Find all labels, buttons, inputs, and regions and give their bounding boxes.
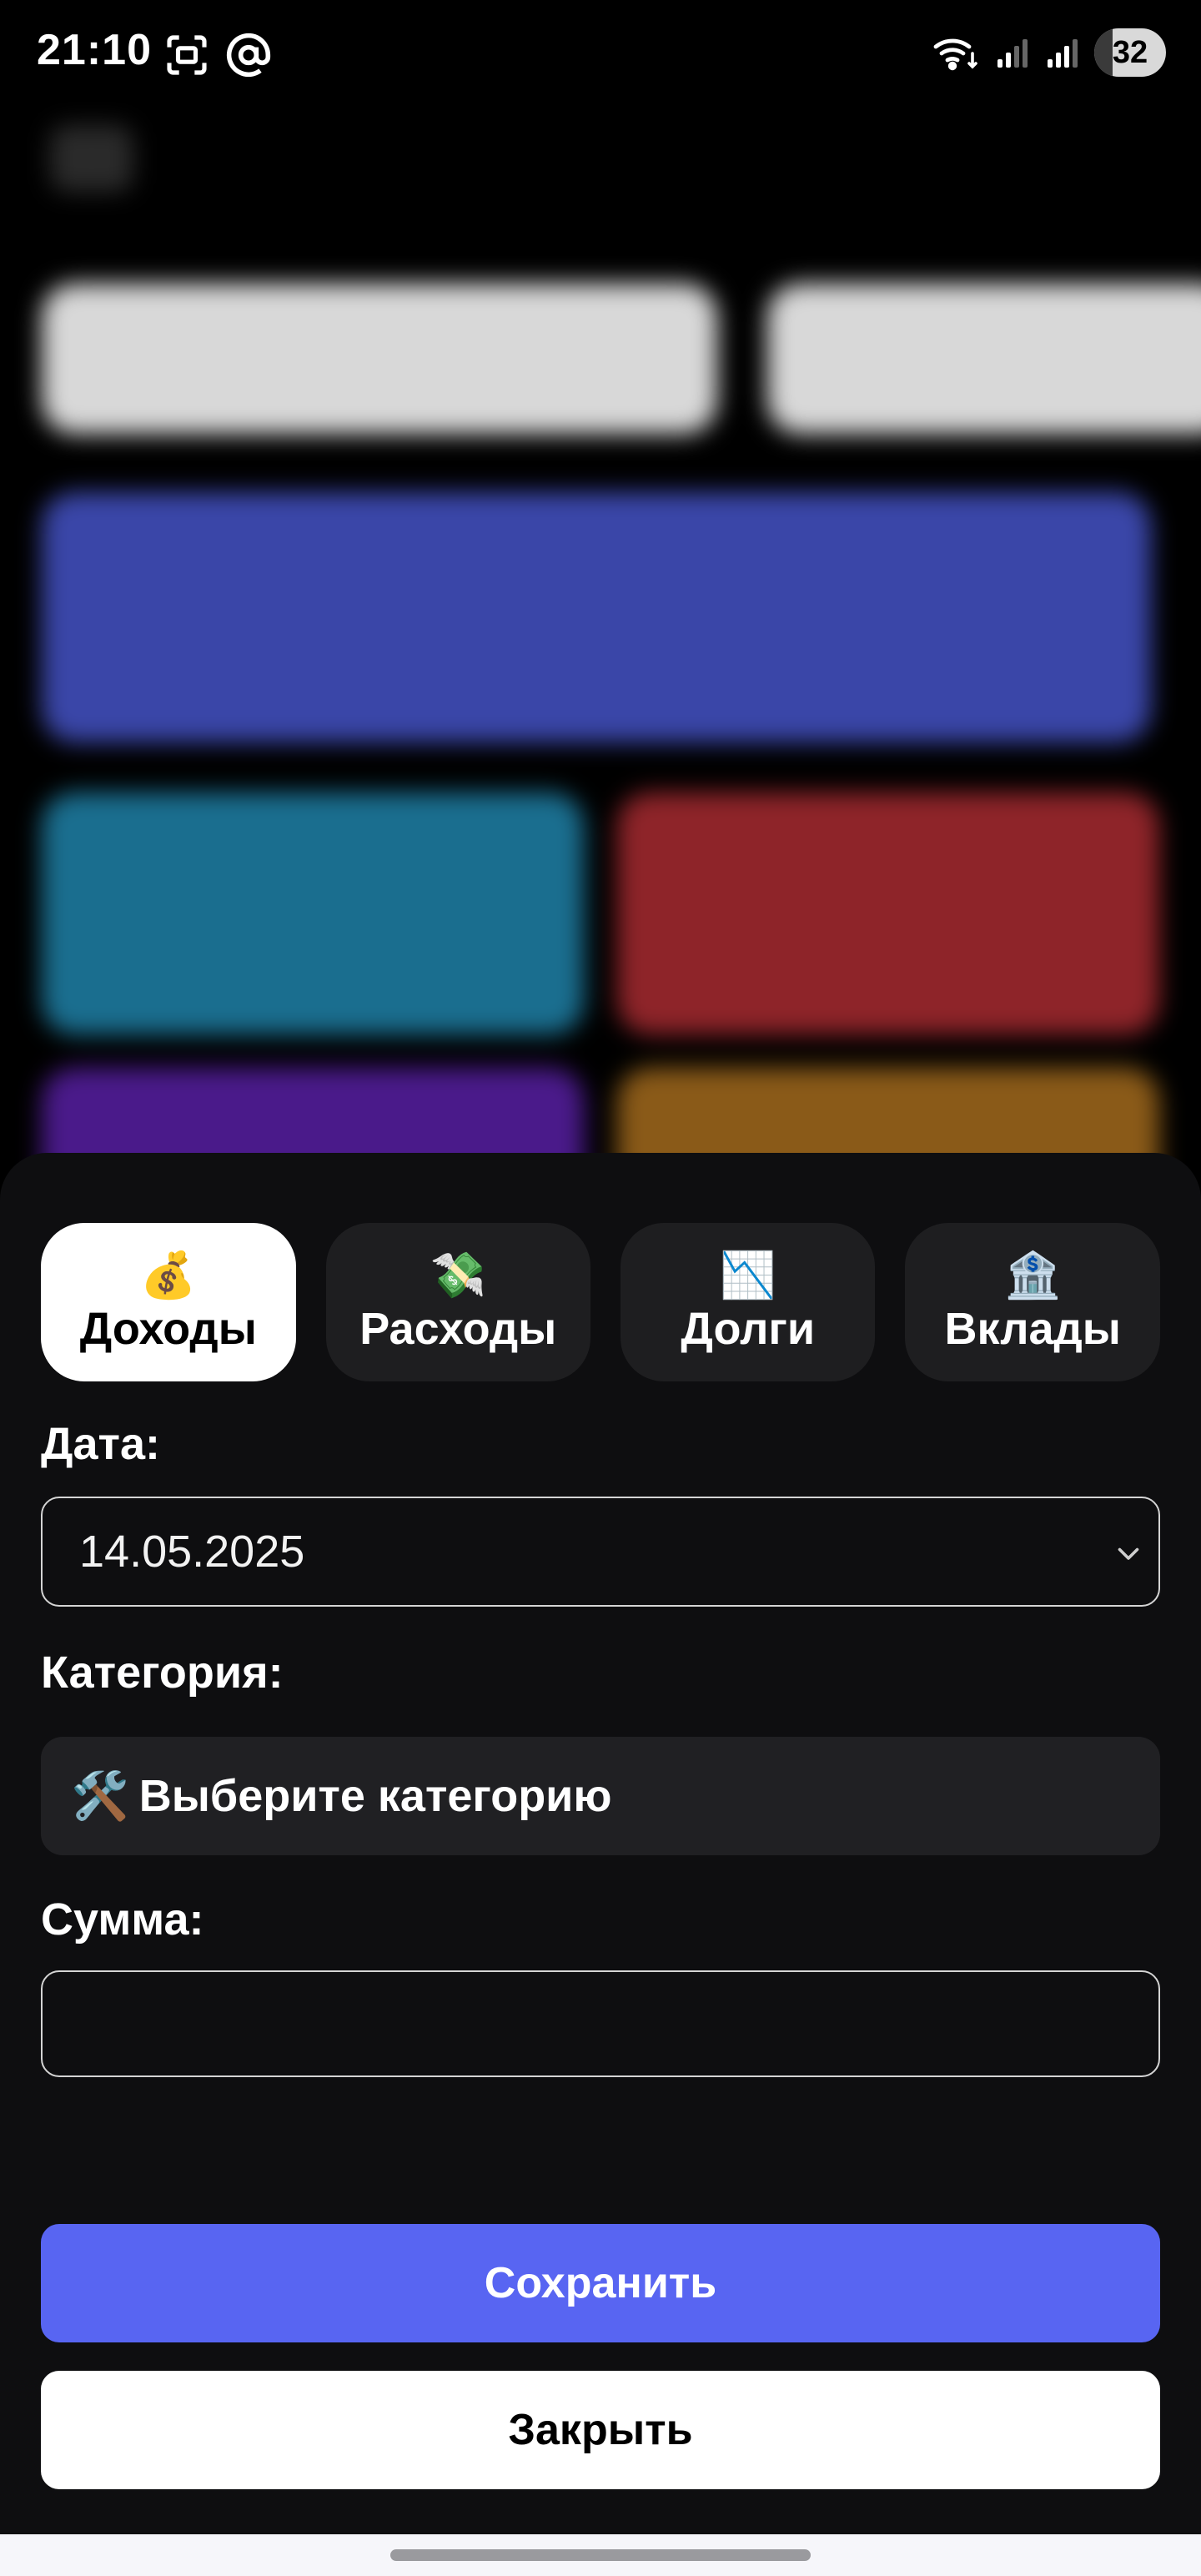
tab-income-label: Доходы <box>79 1304 257 1354</box>
blurred-background-app <box>0 0 1201 1251</box>
bg-card-gray-1 <box>42 284 717 434</box>
screenshot-icon <box>167 35 207 75</box>
tools-icon: 🛠️ <box>71 1769 129 1822</box>
amount-label: Сумма: <box>41 1894 204 1945</box>
navigation-bar <box>0 2534 1201 2576</box>
date-value: 14.05.2025 <box>79 1527 305 1577</box>
status-left-icons <box>163 32 272 78</box>
bg-card-red <box>617 792 1159 1034</box>
battery-icon: 32 <box>1094 28 1166 77</box>
status-right-icons: 32 <box>932 28 1166 77</box>
date-label: Дата: <box>41 1419 160 1469</box>
tab-expenses[interactable]: 💸 Расходы <box>325 1223 590 1381</box>
tab-deposits[interactable]: 🏦 Вклады <box>905 1223 1160 1381</box>
category-label: Категория: <box>41 1648 284 1698</box>
status-bar: 21:10 32 <box>0 0 1201 108</box>
wifi-icon <box>933 38 977 71</box>
tab-expenses-label: Расходы <box>359 1304 557 1354</box>
category-select-button[interactable]: 🛠️ Выберите категорию <box>41 1737 1160 1855</box>
at-sign-icon <box>226 33 271 78</box>
bg-card-gray-2 <box>767 284 1201 434</box>
category-placeholder: Выберите категорию <box>138 1771 612 1821</box>
signal-icon <box>1048 39 1078 68</box>
transaction-type-tabs: 💰 Доходы 💸 Расходы 📉 Долги 🏦 Вклады <box>41 1223 1160 1381</box>
chart-decreasing-icon: 📉 <box>720 1250 776 1301</box>
tab-income[interactable]: 💰 Доходы <box>41 1223 296 1381</box>
close-button[interactable]: Закрыть <box>41 2371 1160 2489</box>
status-time: 21:10 <box>37 26 152 74</box>
home-indicator[interactable] <box>390 2549 811 2561</box>
tab-debts[interactable]: 📉 Долги <box>620 1223 876 1381</box>
chevron-down-icon <box>1118 1547 1139 1560</box>
money-bag-icon: 💰 <box>140 1250 197 1301</box>
battery-level: 32 <box>1112 34 1148 70</box>
bg-card-cyan <box>42 792 584 1034</box>
save-button[interactable]: Сохранить <box>41 2224 1160 2342</box>
amount-input[interactable] <box>41 1970 1160 2077</box>
tab-deposits-label: Вклады <box>944 1304 1121 1354</box>
signal-icon <box>997 39 1028 68</box>
tab-debts-label: Долги <box>681 1304 816 1354</box>
add-transaction-sheet: 💰 Доходы 💸 Расходы 📉 Долги 🏦 Вклады Дата… <box>0 1153 1201 2534</box>
date-select[interactable]: 14.05.2025 <box>41 1497 1160 1607</box>
bg-menu-icon <box>50 125 133 192</box>
bg-card-blue <box>42 492 1151 742</box>
money-wings-icon: 💸 <box>430 1250 486 1301</box>
bank-icon: 🏦 <box>1004 1250 1061 1301</box>
